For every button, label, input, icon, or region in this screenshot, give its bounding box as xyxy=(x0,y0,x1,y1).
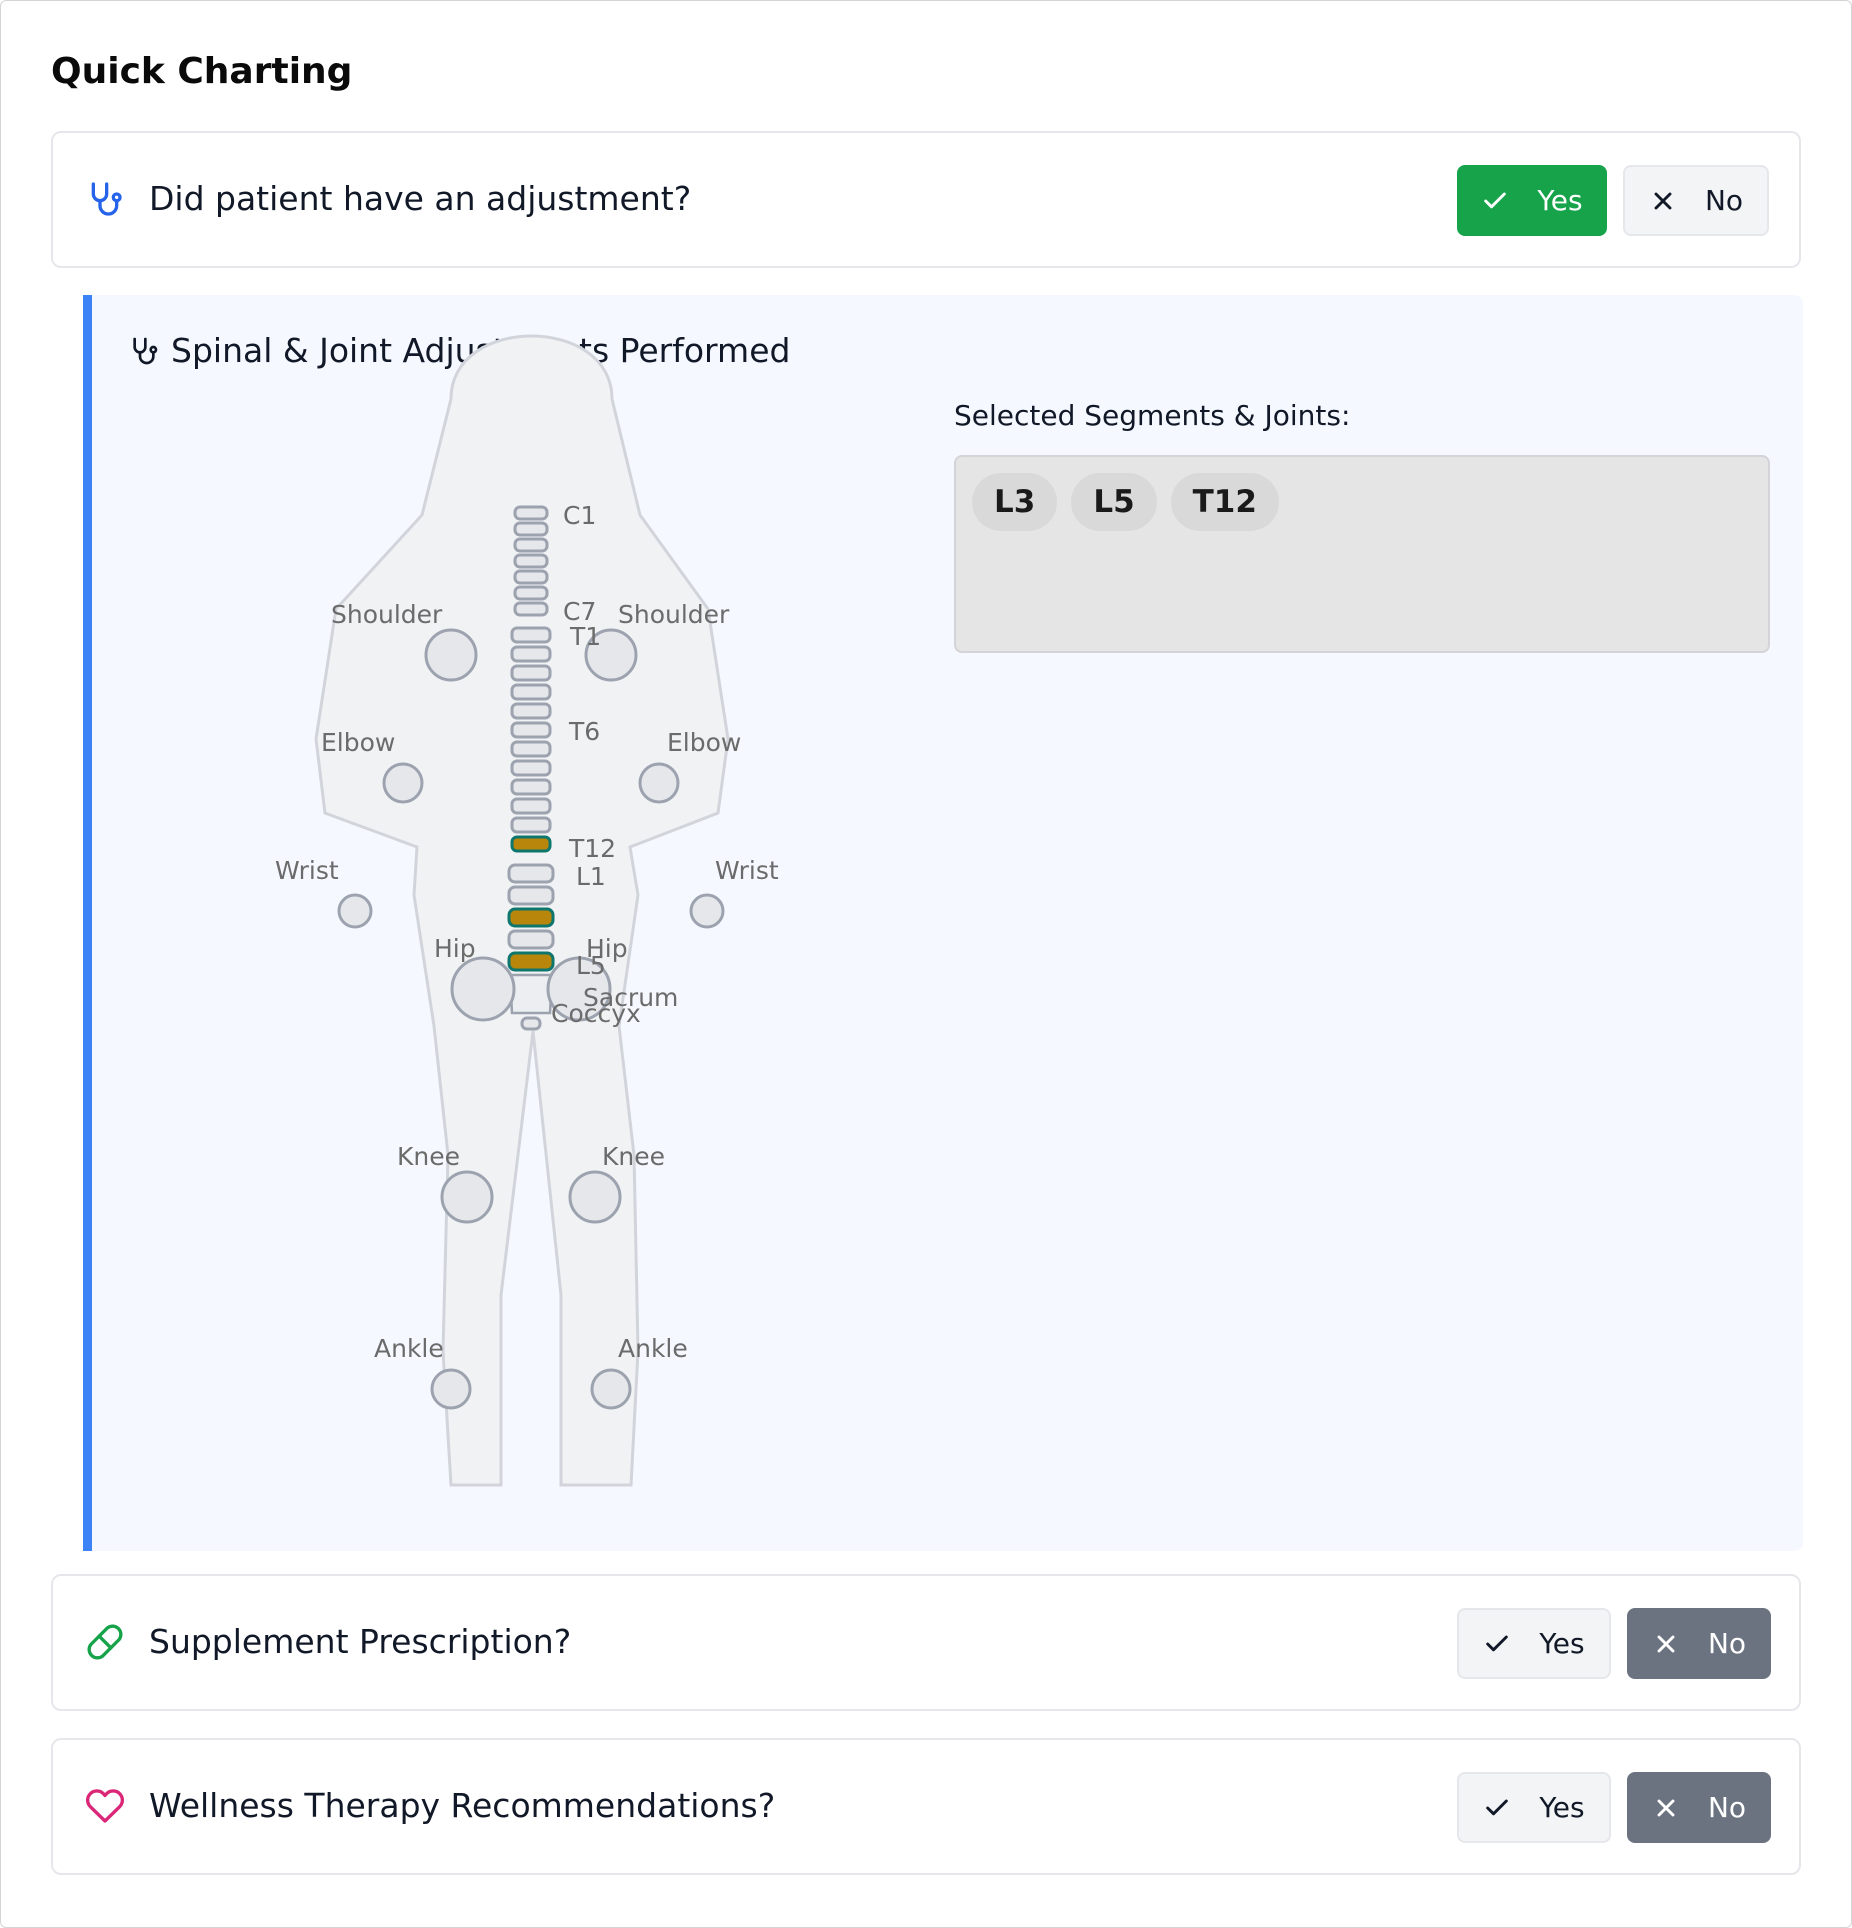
label-t6: T6 xyxy=(568,717,600,746)
heart-icon xyxy=(85,1789,125,1823)
label-t1: T1 xyxy=(569,622,601,651)
selected-chip[interactable]: L5 xyxy=(1071,473,1157,531)
vertebra-l1[interactable] xyxy=(507,863,555,884)
question-card-adjustment: Did patient have an adjustment? Yes No xyxy=(51,131,1801,268)
selected-segments-label: Selected Segments & Joints: xyxy=(954,399,1351,432)
sacrum[interactable] xyxy=(508,973,554,1015)
label-ankle-right: Ankle xyxy=(618,1334,688,1363)
question-card-supplement: Supplement Prescription? Yes No xyxy=(51,1574,1801,1711)
check-icon xyxy=(1486,1799,1509,1815)
yes-button[interactable]: Yes xyxy=(1457,1772,1611,1843)
vertebra-l2[interactable] xyxy=(507,885,555,906)
yes-label: Yes xyxy=(1539,1791,1585,1824)
selected-segments-box: L3 L5 T12 xyxy=(954,455,1770,653)
joint-knee-left[interactable] xyxy=(440,1170,494,1224)
vertebra-t7[interactable] xyxy=(510,740,552,758)
joint-wrist-left[interactable] xyxy=(337,893,373,929)
close-icon xyxy=(1657,1799,1675,1816)
joint-ankle-left[interactable] xyxy=(430,1368,472,1410)
vertebra-l5[interactable] xyxy=(507,951,555,972)
vertebra-t11[interactable] xyxy=(510,816,552,834)
no-label: No xyxy=(1707,1791,1747,1824)
vertebra-c1[interactable] xyxy=(513,505,549,521)
joint-elbow-right[interactable] xyxy=(638,762,680,804)
label-elbow-left: Elbow xyxy=(321,728,395,757)
vertebra-l3[interactable] xyxy=(507,907,555,928)
joint-hip-left[interactable] xyxy=(450,956,516,1022)
quick-charting-page: Quick Charting Did patient have an adjus… xyxy=(0,0,1852,1928)
label-shoulder-right: Shoulder xyxy=(618,600,730,629)
vertebra-c3[interactable] xyxy=(513,537,549,553)
label-wrist-left: Wrist xyxy=(275,856,339,885)
vertebra-t5[interactable] xyxy=(510,702,552,720)
label-c1: C1 xyxy=(563,501,596,530)
vertebra-c5[interactable] xyxy=(513,569,549,585)
vertebra-t12[interactable] xyxy=(510,835,552,853)
page-title: Quick Charting xyxy=(51,51,353,92)
stethoscope-icon xyxy=(91,182,122,216)
vertebra-t3[interactable] xyxy=(510,664,552,682)
question-label: Supplement Prescription? xyxy=(149,1622,572,1661)
selected-chip[interactable]: T12 xyxy=(1170,473,1279,531)
no-label: No xyxy=(1707,1627,1747,1660)
body-diagram: C1 C7 T1 T6 T12 L1 L5 Sacrum Coccyx Shou… xyxy=(275,334,779,1487)
yes-button[interactable]: Yes xyxy=(1457,165,1607,236)
joint-wrist-right[interactable] xyxy=(689,893,725,929)
yes-label: Yes xyxy=(1537,184,1583,217)
label-hip-left: Hip xyxy=(434,934,476,963)
no-button[interactable]: No xyxy=(1627,1772,1771,1843)
vertebra-t8[interactable] xyxy=(510,759,552,777)
label-coccyx: Coccyx xyxy=(551,999,641,1028)
label-t12: T12 xyxy=(568,834,616,863)
question-label: Wellness Therapy Recommendations? xyxy=(149,1786,776,1825)
label-elbow-right: Elbow xyxy=(667,728,741,757)
vertebra-t6[interactable] xyxy=(510,721,552,739)
no-label: No xyxy=(1704,184,1744,217)
vertebra-t10[interactable] xyxy=(510,797,552,815)
vertebra-t1[interactable] xyxy=(510,626,552,644)
question-card-wellness: Wellness Therapy Recommendations? Yes No xyxy=(51,1738,1801,1875)
vertebra-t9[interactable] xyxy=(510,778,552,796)
joint-knee-right[interactable] xyxy=(568,1170,622,1224)
joint-ankle-right[interactable] xyxy=(590,1368,632,1410)
close-icon xyxy=(1654,192,1672,209)
vertebra-c4[interactable] xyxy=(513,553,549,569)
check-icon xyxy=(1486,1635,1509,1651)
yes-button[interactable]: Yes xyxy=(1457,1608,1611,1679)
joint-shoulder-left[interactable] xyxy=(424,628,478,682)
coccyx[interactable] xyxy=(520,1016,542,1031)
yes-label: Yes xyxy=(1539,1627,1585,1660)
pill-icon xyxy=(87,1624,123,1660)
selected-chip[interactable]: L3 xyxy=(972,473,1058,531)
adjustments-panel: Spinal & Joint Adjustments Performed xyxy=(83,295,1803,1551)
no-button[interactable]: No xyxy=(1627,1608,1771,1679)
label-hip-right: Hip xyxy=(586,934,628,963)
vertebra-c6[interactable] xyxy=(513,585,549,601)
label-knee-right: Knee xyxy=(602,1142,665,1171)
close-icon xyxy=(1657,1635,1675,1652)
label-l1: L1 xyxy=(576,862,606,891)
vertebra-t4[interactable] xyxy=(510,683,552,701)
label-shoulder-left: Shoulder xyxy=(331,600,443,629)
label-knee-left: Knee xyxy=(397,1142,460,1171)
joint-elbow-left[interactable] xyxy=(382,762,424,804)
check-icon xyxy=(1484,192,1507,208)
vertebra-l4[interactable] xyxy=(507,929,555,950)
label-ankle-left: Ankle xyxy=(374,1334,444,1363)
no-button[interactable]: No xyxy=(1623,165,1769,236)
label-wrist-right: Wrist xyxy=(715,856,779,885)
vertebra-t2[interactable] xyxy=(510,645,552,663)
vertebra-c2[interactable] xyxy=(513,521,549,537)
vertebra-c7[interactable] xyxy=(513,601,549,617)
question-label: Did patient have an adjustment? xyxy=(149,179,692,218)
